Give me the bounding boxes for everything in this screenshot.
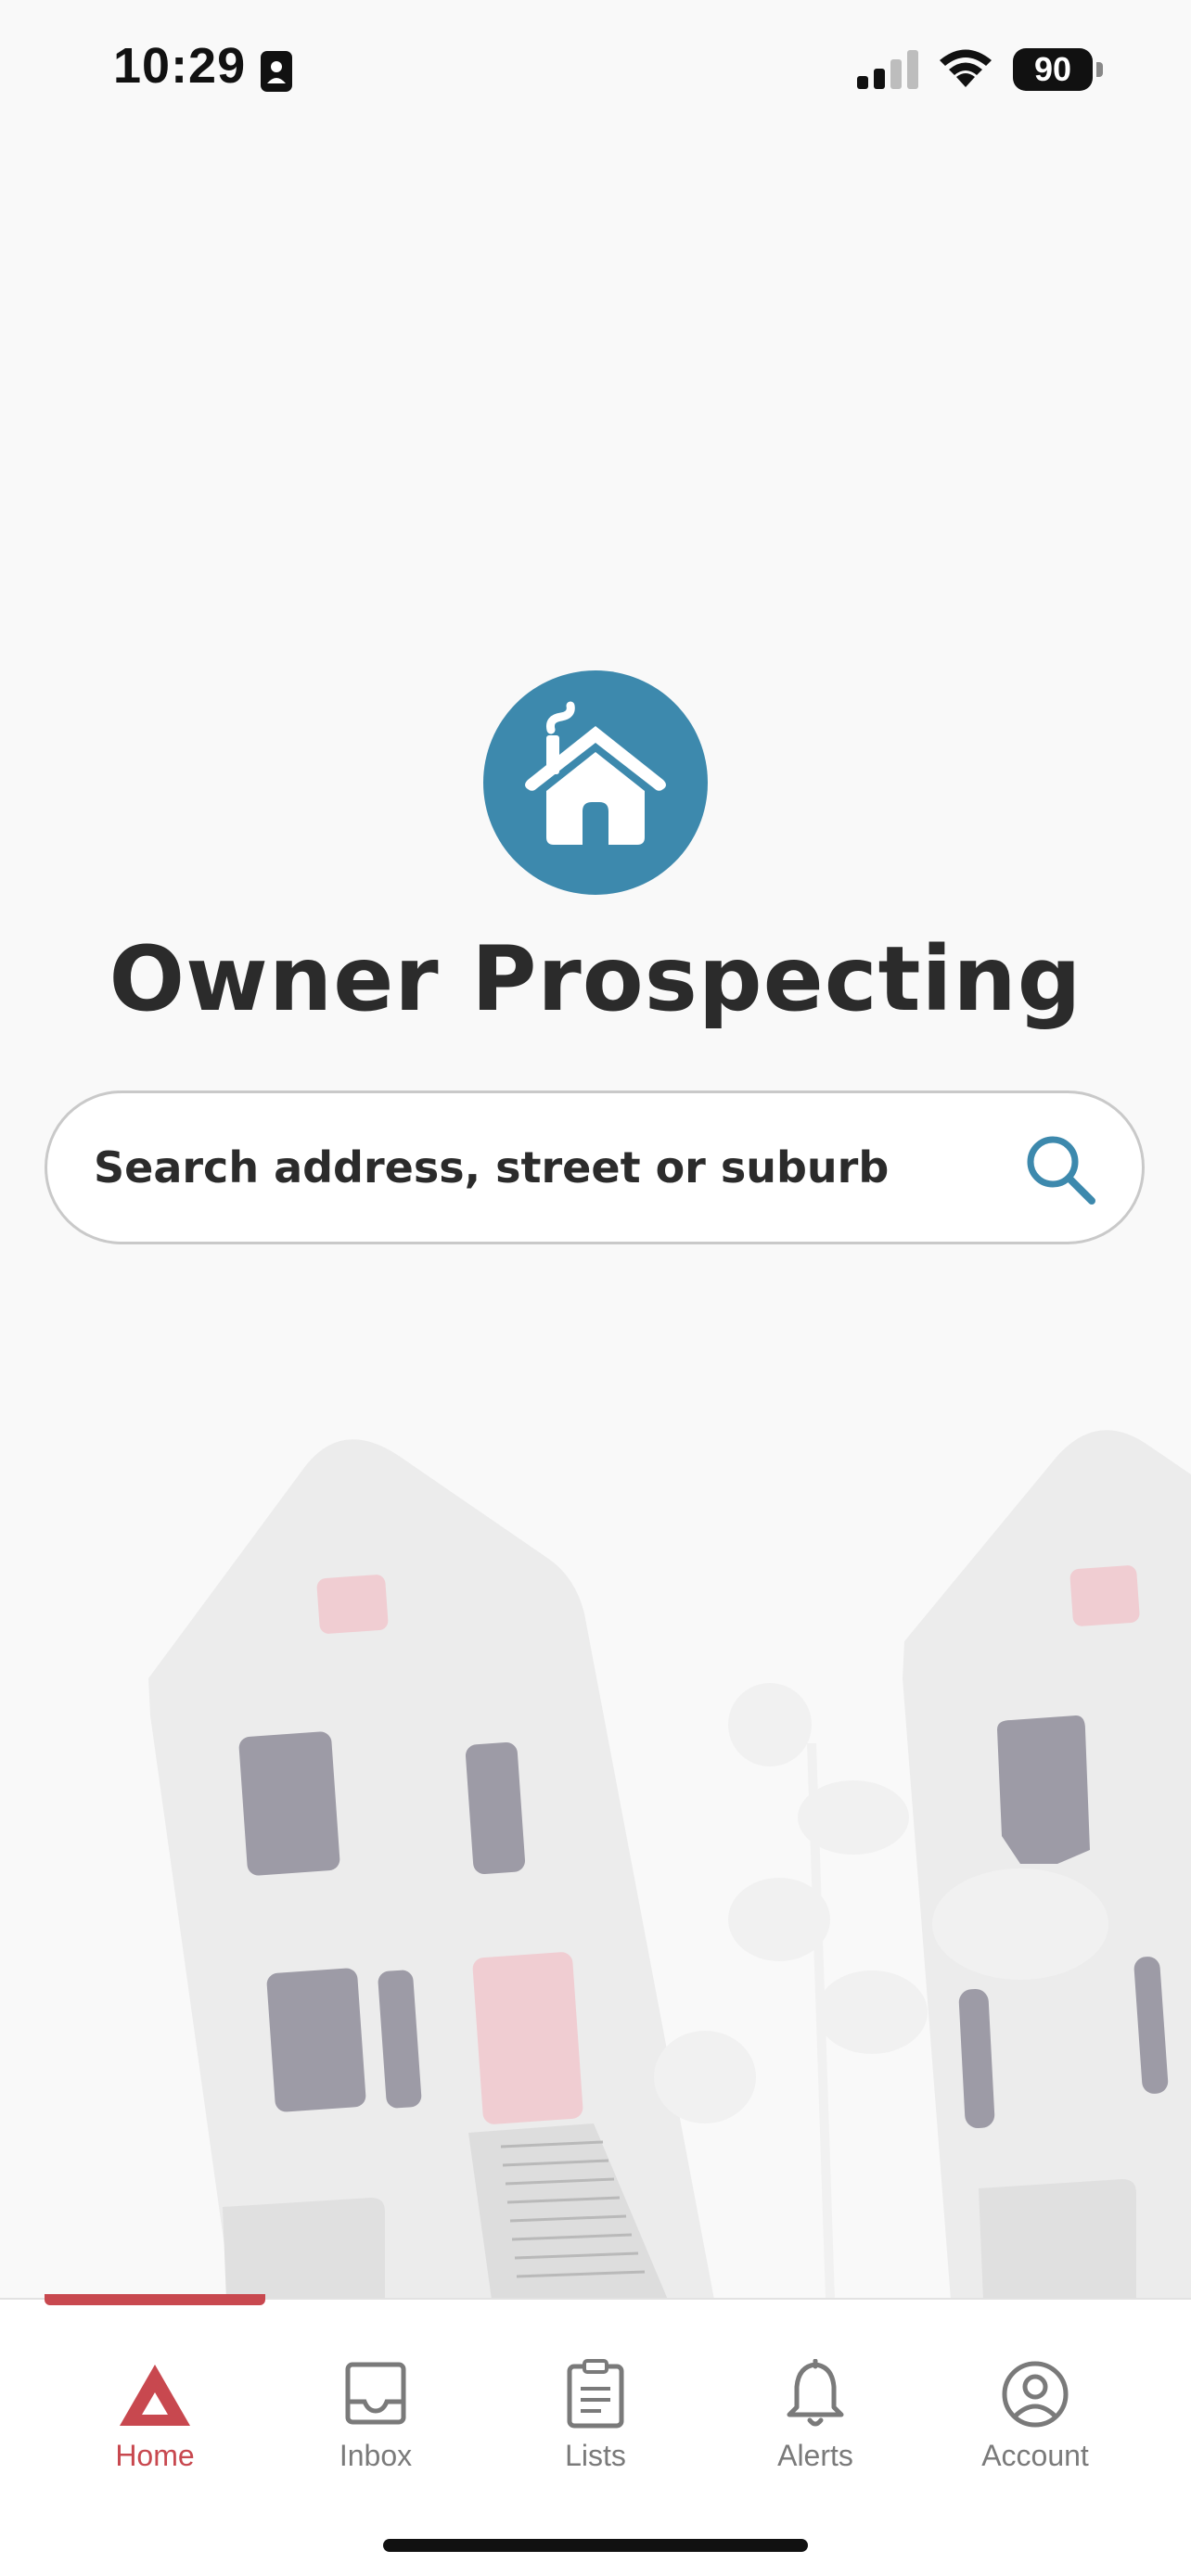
wifi-icon xyxy=(940,49,992,87)
battery-level: 90 xyxy=(1033,50,1072,88)
tab-inbox-label: Inbox xyxy=(339,2439,413,2472)
status-bar: 10:29 90 xyxy=(0,0,1191,139)
tab-lists[interactable]: Lists xyxy=(489,2359,702,2480)
right-house xyxy=(903,1430,1191,2300)
home-indicator-bar[interactable] xyxy=(383,2539,808,2552)
tab-inbox[interactable]: Inbox xyxy=(269,2359,482,2480)
battery-indicator: 90 xyxy=(1013,48,1104,91)
app-logo xyxy=(483,670,708,895)
home-screen: 10:29 90 Owner Prospecting Search addres… xyxy=(0,0,1191,2576)
inbox-icon xyxy=(345,2362,406,2425)
tab-alerts-label: Alerts xyxy=(777,2439,853,2472)
cellular-signal-icon xyxy=(857,50,918,89)
home-triangle-icon xyxy=(120,2365,190,2426)
active-tab-indicator xyxy=(45,2294,265,2305)
status-time: 10:29 xyxy=(113,38,247,94)
bottom-tab-bar: Home Inbox Lists Alerts Account xyxy=(0,2294,1191,2576)
tab-alerts[interactable]: Alerts xyxy=(709,2359,922,2480)
clipboard-list-icon xyxy=(567,2359,624,2429)
tab-account[interactable]: Account xyxy=(928,2359,1142,2480)
left-house xyxy=(148,1439,714,2300)
house-icon xyxy=(525,701,666,845)
tab-home[interactable]: Home xyxy=(48,2359,262,2480)
battery-tip xyxy=(1096,62,1103,77)
search-bar[interactable] xyxy=(45,1090,1145,1244)
contact-card-icon xyxy=(261,51,292,92)
search-input[interactable] xyxy=(94,1093,1003,1242)
page-title: Owner Prospecting xyxy=(109,927,1082,1031)
tab-lists-label: Lists xyxy=(565,2439,626,2472)
search-icon[interactable] xyxy=(1021,1130,1099,1208)
tab-home-label: Home xyxy=(115,2439,195,2472)
houses-illustration xyxy=(148,1430,1191,2300)
account-circle-icon xyxy=(1002,2361,1069,2428)
tab-account-label: Account xyxy=(981,2439,1089,2472)
bell-icon xyxy=(787,2359,844,2427)
